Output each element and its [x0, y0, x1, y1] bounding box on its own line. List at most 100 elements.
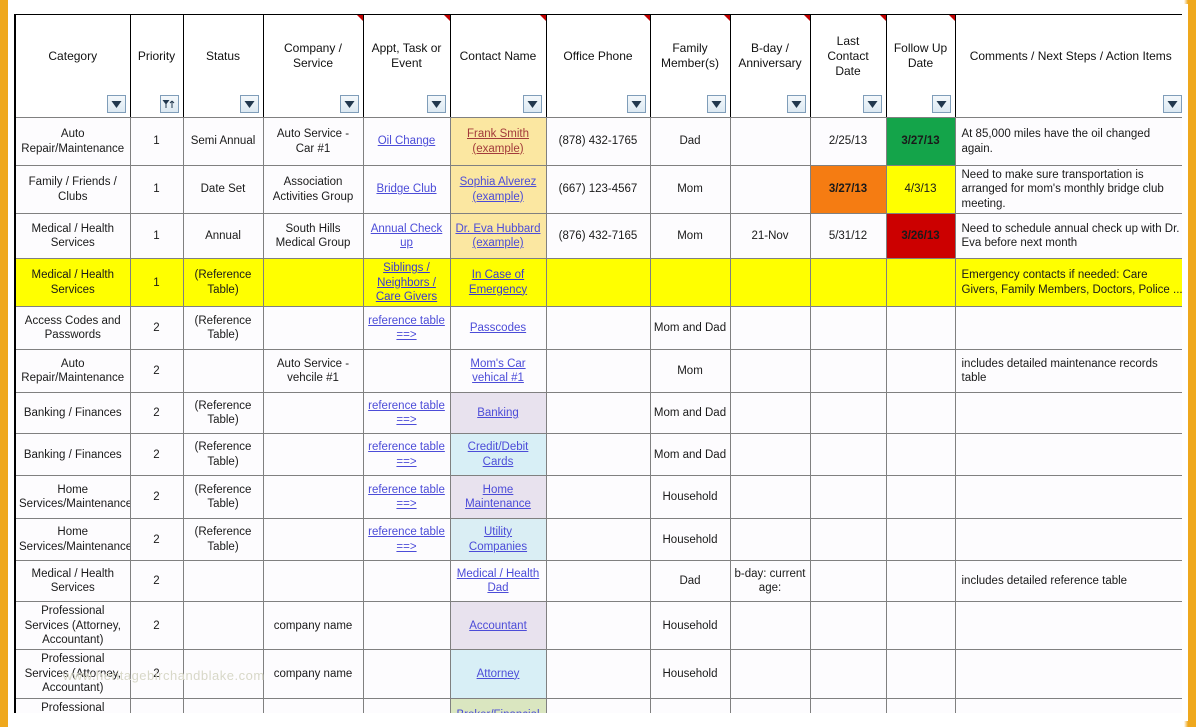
cell-family[interactable]: Mom and Dad: [649, 392, 731, 435]
cell-category[interactable]: Auto Repair/Maintenance: [14, 117, 131, 166]
cell-contact[interactable]: Sophia Alverez (example): [449, 164, 547, 215]
cell-family[interactable]: Mom: [649, 213, 731, 260]
cell-bday[interactable]: 21-Nov: [729, 213, 811, 260]
table-row[interactable]: Home Services/Maintenance/Utilities 2 (Ref…: [14, 475, 1182, 520]
table-row[interactable]: Medical / Health Services 1 (Reference Tab…: [14, 258, 1182, 308]
cell-phone[interactable]: [545, 392, 651, 435]
cell-followup[interactable]: [885, 649, 956, 699]
column-header-priority[interactable]: Priority: [129, 14, 184, 118]
cell-comments[interactable]: [954, 601, 1182, 651]
spreadsheet-table[interactable]: Category Priority Status Company / Service A…: [14, 14, 1182, 713]
cell-comments[interactable]: [954, 306, 1182, 351]
cell-company[interactable]: company name: [262, 601, 364, 651]
table-row[interactable]: Professional Services (Attorney, Account…: [14, 697, 1182, 713]
cell-bday[interactable]: [729, 258, 811, 308]
cell-appt[interactable]: [362, 649, 451, 699]
cell-priority[interactable]: 1: [129, 258, 184, 308]
cell-appt[interactable]: reference table ==>: [362, 306, 451, 351]
cell-bday[interactable]: [729, 518, 811, 562]
link-contact[interactable]: Sophia Alverez (example): [460, 176, 537, 202]
cell-priority[interactable]: 2: [129, 560, 184, 603]
cell-phone[interactable]: [545, 649, 651, 699]
cell-contact[interactable]: Frank Smith (example): [449, 117, 547, 166]
link-contact[interactable]: Home Maintenance: [465, 484, 531, 510]
link-contact[interactable]: Accountant: [469, 620, 527, 632]
cell-followup[interactable]: [885, 560, 956, 603]
cell-family[interactable]: Household: [649, 649, 731, 699]
cell-family[interactable]: Mom: [649, 164, 731, 215]
cell-bday[interactable]: [729, 392, 811, 435]
cell-appt[interactable]: [362, 349, 451, 394]
cell-priority[interactable]: 1: [129, 164, 184, 215]
cell-phone[interactable]: [545, 433, 651, 477]
cell-contact[interactable]: Passcodes: [449, 306, 547, 351]
cell-contact[interactable]: Accountant: [449, 601, 547, 651]
cell-appt[interactable]: reference table ==>: [362, 392, 451, 435]
cell-priority[interactable]: 1: [129, 117, 184, 166]
filter-dropdown-icon[interactable]: [626, 95, 646, 113]
table-row[interactable]: Medical / Health Services 1 Annual South Hi…: [14, 213, 1182, 260]
cell-contact[interactable]: Utility Companies: [449, 518, 547, 562]
cell-lastcontact[interactable]: 3/27/13: [809, 164, 887, 215]
link-appt[interactable]: reference table ==>: [368, 315, 445, 341]
cell-phone[interactable]: [545, 306, 651, 351]
cell-category[interactable]: Professional Services (Attorney, Account…: [14, 697, 131, 713]
cell-family[interactable]: Dad: [649, 117, 731, 166]
cell-priority[interactable]: 2: [129, 349, 184, 394]
cell-category[interactable]: Home Services/Maintenance/Utilities: [14, 475, 131, 520]
table-row[interactable]: Banking / Finances 2 (Reference Table) refe…: [14, 433, 1182, 477]
cell-appt[interactable]: Bridge Club: [362, 164, 451, 215]
cell-followup[interactable]: [885, 306, 956, 351]
cell-status[interactable]: [182, 649, 264, 699]
cell-family[interactable]: Dad: [649, 560, 731, 603]
link-contact[interactable]: Banking: [477, 407, 519, 419]
cell-status[interactable]: [182, 697, 264, 713]
link-contact[interactable]: Attorney: [477, 668, 520, 680]
spreadsheet-viewport[interactable]: Category Priority Status Company / Service A…: [14, 14, 1182, 713]
cell-bday[interactable]: [729, 649, 811, 699]
cell-followup[interactable]: 4/3/13: [885, 164, 956, 215]
cell-contact[interactable]: In Case of Emergency: [449, 258, 547, 308]
link-appt[interactable]: Annual Check up: [371, 223, 443, 249]
cell-bday[interactable]: [729, 475, 811, 520]
link-appt[interactable]: reference table ==>: [368, 526, 445, 552]
link-contact[interactable]: Frank Smith (example): [467, 128, 529, 154]
filter-dropdown-icon[interactable]: [1163, 95, 1182, 113]
link-contact[interactable]: In Case of Emergency: [469, 269, 527, 295]
cell-family[interactable]: Mom: [649, 349, 731, 394]
cell-bday[interactable]: [729, 164, 811, 215]
cell-appt[interactable]: reference table ==>: [362, 518, 451, 562]
link-contact[interactable]: Broker/Financial Advisor: [456, 709, 539, 713]
cell-lastcontact[interactable]: 5/31/12: [809, 213, 887, 260]
cell-contact[interactable]: Credit/Debit Cards: [449, 433, 547, 477]
link-appt[interactable]: reference table ==>: [368, 400, 445, 426]
filter-dropdown-icon[interactable]: [106, 95, 126, 113]
cell-comments[interactable]: [954, 518, 1182, 562]
cell-contact[interactable]: Medical / Health Dad: [449, 560, 547, 603]
cell-bday[interactable]: [729, 697, 811, 713]
cell-bday[interactable]: [729, 306, 811, 351]
cell-phone[interactable]: [545, 258, 651, 308]
table-row[interactable]: Professional Services (Attorney, Account…: [14, 601, 1182, 651]
cell-phone[interactable]: [545, 349, 651, 394]
cell-status[interactable]: (Reference Table): [182, 433, 264, 477]
cell-appt[interactable]: [362, 601, 451, 651]
column-header-phone[interactable]: Office Phone: [545, 14, 651, 118]
table-body[interactable]: Auto Repair/Maintenance 1 Semi Annual Auto …: [14, 117, 1182, 713]
link-contact[interactable]: Credit/Debit Cards: [468, 441, 529, 467]
cell-phone[interactable]: [545, 560, 651, 603]
cell-contact[interactable]: Home Maintenance: [449, 475, 547, 520]
cell-company[interactable]: [262, 306, 364, 351]
cell-followup[interactable]: [885, 697, 956, 713]
cell-comments[interactable]: [954, 392, 1182, 435]
table-row[interactable]: Home Services/Maintenance/Utilities 2 (Ref…: [14, 518, 1182, 562]
cell-lastcontact[interactable]: [809, 392, 887, 435]
cell-status[interactable]: (Reference Table): [182, 392, 264, 435]
cell-contact[interactable]: Dr. Eva Hubbard (example): [449, 213, 547, 260]
filter-sort-asc-icon[interactable]: [159, 95, 179, 113]
cell-contact[interactable]: Banking: [449, 392, 547, 435]
cell-lastcontact[interactable]: [809, 349, 887, 394]
cell-category[interactable]: Banking / Finances: [14, 433, 131, 477]
cell-comments[interactable]: Emergency contacts if needed: Care Giver…: [954, 258, 1182, 308]
column-header-contact[interactable]: Contact Name: [449, 14, 547, 118]
